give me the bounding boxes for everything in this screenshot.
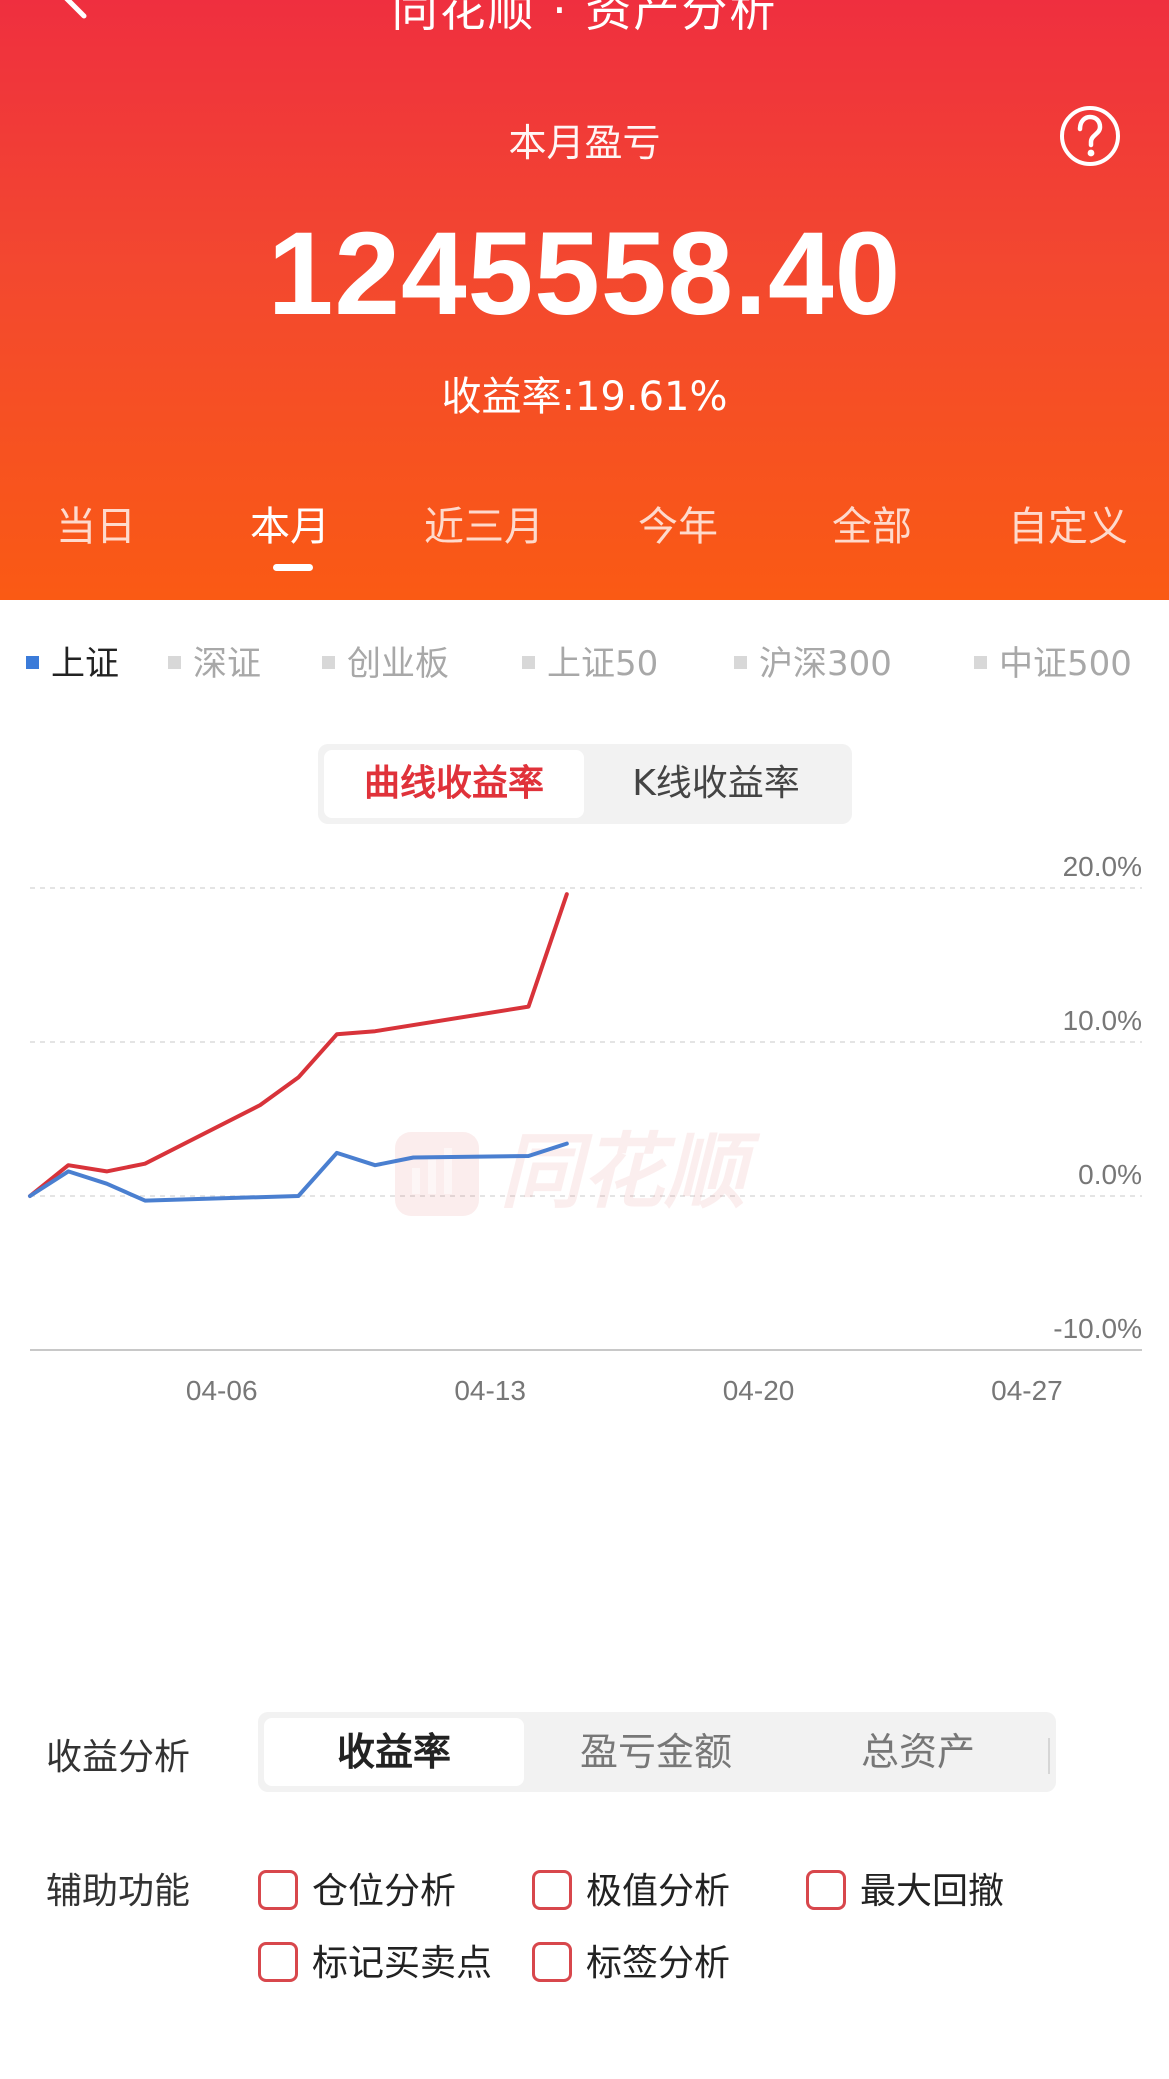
index-chinext[interactable]: 创业板 — [322, 636, 449, 685]
tab-custom[interactable]: 自定义 — [978, 494, 1158, 552]
watermark-logo-candle — [412, 1168, 420, 1194]
return-chart: 同花顺 20.0% 10.0% 0.0% -10.0% 04-06 04-13 04-20 0… — [28, 851, 1142, 1406]
index-csi500[interactable]: 中证500 — [974, 636, 1132, 685]
curve-return-option[interactable]: 曲线收益率 — [324, 750, 584, 818]
checkbox-max-drawdown[interactable]: 最大回撤 — [806, 1862, 1004, 1914]
watermark-logo-candle — [444, 1148, 452, 1194]
checkbox-extreme-analysis[interactable]: 极值分析 — [532, 1862, 730, 1914]
analysis-mode-selector: 收益率 盈亏金额 总资产 — [258, 1712, 1056, 1792]
checkbox-icon — [532, 1942, 572, 1982]
index-selector: 上证 深证 创业板 上证50 沪深300 中证500 — [0, 636, 1169, 686]
legend-dot — [974, 656, 987, 669]
checkbox-icon — [806, 1870, 846, 1910]
checkbox-mark-trade-points[interactable]: 标记买卖点 — [258, 1934, 492, 1986]
tab-this-month[interactable]: 本月 — [200, 494, 380, 552]
return-rate: 收益率:19.61% — [441, 374, 728, 420]
tab-last-three-months[interactable]: 近三月 — [394, 494, 574, 552]
checkbox-position-analysis[interactable]: 仓位分析 — [258, 1862, 456, 1914]
chart-type-toggle: 曲线收益率 K线收益率 — [318, 744, 852, 824]
return-analysis-label: 收益分析 — [46, 1737, 191, 1778]
legend-dot — [734, 656, 747, 669]
mode-total-assets[interactable]: 总资产 — [788, 1718, 1048, 1786]
legend-dot — [26, 656, 39, 669]
x-tick-label: 04-20 — [723, 1375, 795, 1406]
monthly-pnl-label: 本月盈亏 — [508, 121, 661, 165]
x-tick-label: 04-13 — [454, 1375, 526, 1406]
legend-dot — [168, 656, 181, 669]
tab-all[interactable]: 全部 — [782, 494, 962, 552]
active-tab-indicator — [273, 564, 313, 571]
segment-divider — [1048, 1738, 1050, 1774]
y-tick-label: 20.0% — [1063, 851, 1142, 882]
y-tick-label: 0.0% — [1078, 1159, 1142, 1190]
checkbox-icon — [258, 1870, 298, 1910]
checkbox-icon — [532, 1870, 572, 1910]
watermark-logo-candle — [428, 1158, 436, 1194]
watermark-logo-icon — [395, 1132, 479, 1216]
app-title: 同花顺 · 资产分析 — [391, 0, 778, 37]
header-banner: 同花顺 · 资产分析 本月盈亏 1245558.40 收益率:19.61% 当日… — [0, 0, 1169, 600]
index-sse50[interactable]: 上证50 — [522, 636, 658, 685]
return-analysis-row: 收益分析 收益率 盈亏金额 总资产 — [0, 1712, 1169, 1792]
y-tick-label: -10.0% — [1053, 1313, 1142, 1344]
x-tick-label: 04-27 — [991, 1375, 1063, 1406]
auxiliary-functions-label: 辅助功能 — [46, 1871, 191, 1912]
legend-dot — [322, 656, 335, 669]
mode-return-rate[interactable]: 收益率 — [264, 1718, 524, 1786]
legend-dot — [522, 656, 535, 669]
index-shanghai[interactable]: 上证 — [26, 636, 119, 685]
tab-this-year[interactable]: 今年 — [588, 494, 768, 552]
y-tick-label: 10.0% — [1063, 1005, 1142, 1036]
index-shenzhen[interactable]: 深证 — [168, 636, 261, 685]
x-tick-label: 04-06 — [186, 1375, 258, 1406]
index-csi300[interactable]: 沪深300 — [734, 636, 892, 685]
auxiliary-functions-row: 辅助功能 仓位分析 极值分析 最大回撤 标记买卖点 标签分析 — [0, 1862, 1169, 2012]
mode-pnl-amount[interactable]: 盈亏金额 — [526, 1718, 786, 1786]
tab-today[interactable]: 当日 — [6, 494, 186, 552]
kline-return-option[interactable]: K线收益率 — [586, 750, 846, 818]
period-tabs: 当日 本月 近三月 今年 全部 自定义 — [0, 494, 1169, 564]
checkbox-icon — [258, 1942, 298, 1982]
portfolio-return-line — [28, 892, 569, 1198]
watermark-text: 同花顺 — [500, 1125, 761, 1220]
checkbox-tag-analysis[interactable]: 标签分析 — [532, 1934, 730, 1986]
pnl-value: 1245558.40 — [267, 208, 902, 340]
